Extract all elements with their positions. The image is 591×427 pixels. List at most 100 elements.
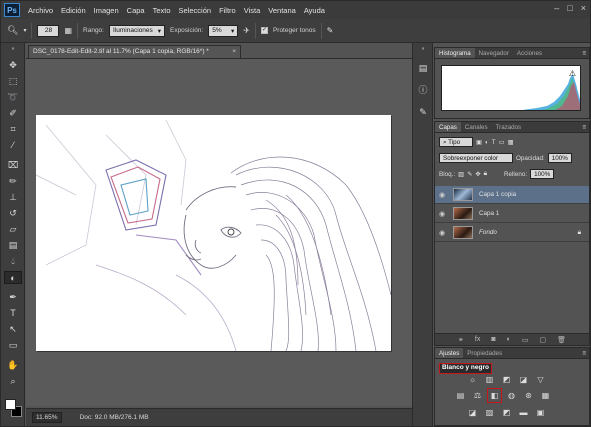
tab-adjustments[interactable]: Ajustes [435,348,464,358]
history-panel-icon[interactable]: ▤ [416,61,430,75]
brush-panel-icon[interactable]: ▦ [64,26,72,35]
foreground-color-swatch[interactable] [5,399,16,410]
photo-filter-icon[interactable]: ◍ [506,390,517,401]
layer-row[interactable]: ◉ Fondo 🔒︎ [435,224,589,242]
gradient-map-icon[interactable]: ▬ [518,407,529,418]
burn-tool-icon[interactable]: 🔍︎ [7,25,18,36]
menu-ayuda[interactable]: Ayuda [304,6,325,15]
healing-brush-tool-icon[interactable]: ⌧ [4,159,22,172]
brush-size-picker[interactable]: 28 [37,24,60,37]
gradient-tool-icon[interactable]: ▤ [4,239,22,252]
filter-pixel-icon[interactable]: ▣ [476,139,482,146]
invert-icon[interactable]: ◪ [467,407,478,418]
lasso-tool-icon[interactable]: ➰ [4,91,22,104]
posterize-icon[interactable]: ▨ [484,407,495,418]
tab-channels[interactable]: Canales [461,122,492,132]
menu-seleccion[interactable]: Selección [179,6,212,15]
panel-menu-icon[interactable]: ≡ [582,122,589,132]
move-tool-icon[interactable]: ✥ [4,59,22,72]
visibility-eye-icon[interactable]: ◉ [435,191,449,199]
brush-tool-icon[interactable]: ✏ [4,175,22,188]
protect-tones-checkbox[interactable]: ✓ [260,27,268,34]
fill-input[interactable]: 100% [530,169,555,179]
shape-tool-icon[interactable]: ▭ [4,339,22,352]
menu-capa[interactable]: Capa [127,6,145,15]
tab-histogram[interactable]: Histograma [435,48,475,58]
exposure-input[interactable]: 5% ▾ [208,24,239,37]
black-white-icon[interactable]: ◧ [487,388,502,403]
selective-color-icon[interactable]: ▣ [535,407,546,418]
threshold-icon[interactable]: ◩ [501,407,512,418]
opacity-input[interactable]: 100% [547,153,572,163]
tab-layers[interactable]: Capas [435,122,461,132]
quick-select-tool-icon[interactable]: ✐ [4,107,22,120]
crop-tool-icon[interactable]: ⌗ [4,123,22,136]
pen-tool-icon[interactable]: ✒ [4,291,22,304]
menu-texto[interactable]: Texto [153,6,171,15]
menu-imagen[interactable]: Imagen [94,6,119,15]
channel-mixer-icon[interactable]: ⊛ [523,390,534,401]
pressure-icon[interactable]: ✎ [327,26,334,35]
tab-actions[interactable]: Acciones [513,48,546,58]
range-select[interactable]: Iluminaciones ▾ [108,24,165,37]
filter-adjustment-icon[interactable]: ◐ [485,139,489,146]
visibility-eye-icon[interactable]: ◉ [435,229,449,237]
doc-info[interactable]: Doc: 92.0 MB/276.1 MB [80,414,149,421]
blend-mode-select[interactable]: Sobreexponer color [439,153,513,163]
path-select-tool-icon[interactable]: ↖ [4,323,22,336]
hue-saturation-icon[interactable]: ▤ [455,390,466,401]
lock-pixels-icon[interactable]: ✎ [467,171,472,178]
warning-icon[interactable]: ⚠ [569,69,576,78]
curves-icon[interactable]: ◩ [501,374,512,385]
zoom-tool-icon[interactable]: ⌕ [4,375,22,388]
menu-filtro[interactable]: Filtro [219,6,236,15]
new-layer-icon[interactable]: ▢ [539,336,546,344]
eyedropper-tool-icon[interactable]: ⁄ [4,139,22,152]
add-mask-icon[interactable]: ◙ [491,336,495,343]
panel-menu-icon[interactable]: ≡ [582,48,589,58]
exposure-icon[interactable]: ◪ [518,374,529,385]
blur-tool-icon[interactable]: 💧︎ [4,255,22,268]
tab-properties[interactable]: Propiedades [463,348,506,358]
expand-panels-icon[interactable]: « [416,45,430,53]
marquee-tool-icon[interactable]: ⬚ [4,75,22,88]
filter-smart-icon[interactable]: ▦ [508,139,514,146]
color-lookup-icon[interactable]: ▦ [540,390,551,401]
info-panel-icon[interactable]: ⓘ [416,83,430,97]
color-swatches[interactable] [5,399,23,419]
clone-stamp-tool-icon[interactable]: ⊥ [4,191,22,204]
filter-shape-icon[interactable]: ▭ [499,139,505,146]
document-tab[interactable]: DSC_0178-Edit-Edit-2.tif al 11.7% (Capa … [28,45,241,58]
panel-collapse-icon[interactable]: » [4,45,22,58]
menu-archivo[interactable]: Archivo [28,6,53,15]
tool-preset-chevron-icon[interactable]: ▾ [23,27,26,34]
tab-navigator[interactable]: Navegador [475,48,513,58]
menu-vista[interactable]: Vista [244,6,261,15]
maximize-button[interactable]: □ [567,3,572,13]
minimize-button[interactable]: – [554,3,559,13]
layer-filter-select[interactable]: ⌕ Tipo [439,137,473,147]
brightness-contrast-icon[interactable]: ☼ [467,374,478,385]
lock-position-icon[interactable]: ✥ [475,171,480,178]
history-brush-tool-icon[interactable]: ↺ [4,207,22,220]
link-layers-icon[interactable]: ⚭ [458,336,464,344]
tab-paths[interactable]: Trazados [492,122,526,132]
new-adjustment-icon[interactable]: ◐ [507,336,511,343]
menu-ventana[interactable]: Ventana [268,6,296,15]
menu-edicion[interactable]: Edición [61,6,86,15]
color-balance-icon[interactable]: ⚖ [472,390,483,401]
zoom-level[interactable]: 11.65% [32,412,62,423]
layer-style-icon[interactable]: fx [475,336,480,343]
levels-icon[interactable]: ▥ [484,374,495,385]
hand-tool-icon[interactable]: ✋ [4,359,22,372]
document-image[interactable] [36,115,391,351]
delete-layer-icon[interactable]: 🗑︎ [557,336,566,344]
close-window-button[interactable]: × [581,3,586,13]
burn-tool-icon[interactable]: ◐ [4,271,22,284]
layer-row[interactable]: ◉ Capa 1 [435,205,589,223]
panel-menu-icon[interactable]: ≡ [582,348,589,358]
new-group-icon[interactable]: ▭ [522,336,529,344]
brush-presets-icon[interactable]: ✎ [416,105,430,119]
visibility-eye-icon[interactable]: ◉ [435,210,449,218]
layer-row[interactable]: ◉ Capa 1 copia [435,186,589,204]
